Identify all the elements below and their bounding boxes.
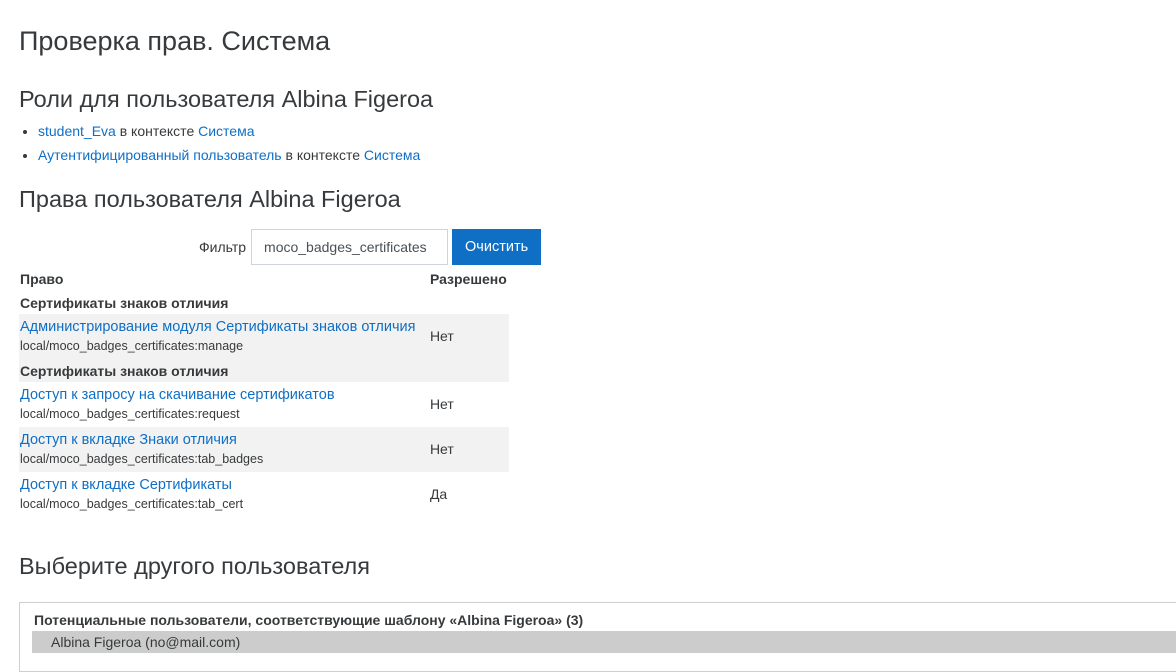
capability-filter: Фильтр Очистить [199,229,542,265]
role-link[interactable]: Аутентифицированный пользователь [38,147,282,163]
capability-link[interactable]: Доступ к вкладке Сертификаты [20,475,421,495]
capability-group-title: Сертификаты знаков отличия [19,359,509,382]
capability-cell: Доступ к вкладке Знаки отличия local/moc… [19,427,422,472]
permissions-heading: Права пользователя Albina Figeroa [19,186,401,212]
page-title: Проверка прав. Система [19,26,331,56]
capability-link[interactable]: Администрирование модуля Сертификаты зна… [20,317,421,337]
user-selector-legend: Потенциальные пользователи, соответствую… [34,612,584,628]
role-link[interactable]: student_Eva [38,123,116,139]
capability-column-header: Право [20,271,64,287]
user-selector-list[interactable]: Потенциальные пользователи, соответствую… [19,602,1176,672]
allowed-value: Нет [429,396,454,412]
capability-cell: Администрирование модуля Сертификаты зна… [19,314,422,359]
allowed-column-header: Разрешено [429,271,507,287]
capability-code: local/moco_badges_certificates:tab_badge… [20,452,264,466]
allowed-value: Нет [421,427,509,472]
capability-code: local/moco_badges_certificates:manage [20,339,244,353]
role-item: Аутентифицированный пользователь в конте… [38,144,420,168]
roles-list: student_Eva в контексте Система Аутентиф… [20,120,420,167]
allowed-value: Нет [421,314,509,359]
user-option-selected[interactable]: Albina Figeroa (no@mail.com) [32,631,1176,653]
capability-link[interactable]: Доступ к запросу на скачивание сертифика… [20,385,421,405]
table-row: Доступ к вкладке Сертификаты local/moco_… [19,472,509,517]
filter-label: Фильтр [199,239,247,255]
capability-link[interactable]: Доступ к вкладке Знаки отличия [20,430,421,450]
capability-code: local/moco_badges_certificates:tab_cert [20,497,244,511]
filter-input[interactable] [251,229,449,265]
context-link[interactable]: Система [198,123,254,139]
capabilities-table: Право Разрешено Сертификаты знаков отлич… [19,267,509,517]
capability-cell: Доступ к запросу на скачивание сертифика… [19,382,422,427]
allowed-value: Да [429,486,448,502]
table-header-row: Право Разрешено [19,267,509,291]
capability-group-row: Сертификаты знаков отличия [19,291,509,314]
clear-filter-button[interactable]: Очистить [452,229,542,265]
capability-code: local/moco_badges_certificates:request [20,407,240,421]
context-link[interactable]: Система [364,147,420,163]
role-item: student_Eva в контексте Система [38,120,420,144]
table-row: Доступ к запросу на скачивание сертифика… [19,382,509,427]
capability-group-title: Сертификаты знаков отличия [20,294,229,311]
role-connector: в контексте [115,123,199,139]
other-user-heading: Выберите другого пользователя [19,553,370,579]
capability-cell: Доступ к вкладке Сертификаты local/moco_… [19,472,422,517]
table-row: Администрирование модуля Сертификаты зна… [19,314,509,359]
capability-group-row: Сертификаты знаков отличия [19,359,509,382]
table-row: Доступ к вкладке Знаки отличия local/moc… [19,427,509,472]
role-connector: в контексте [281,146,364,163]
roles-heading: Роли для пользователя Albina Figeroa [19,86,434,112]
